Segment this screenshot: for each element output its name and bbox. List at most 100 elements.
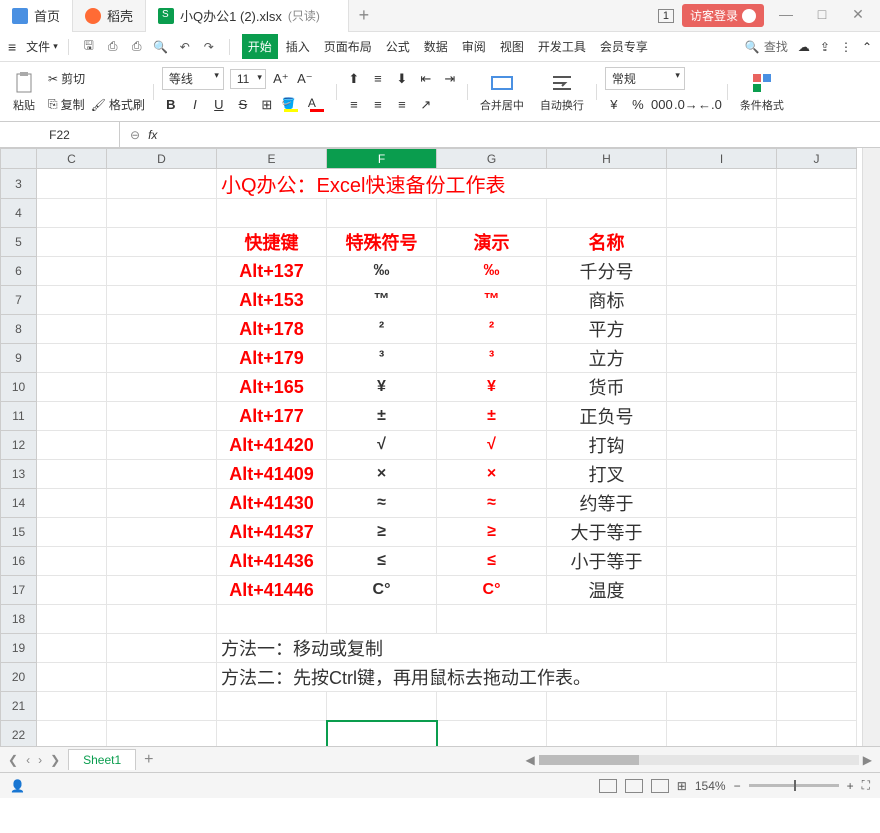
file-menu[interactable]: 文件 ▾	[26, 38, 58, 55]
cell-I7[interactable]	[667, 286, 777, 315]
cell-J8[interactable]	[777, 315, 857, 344]
tab-file[interactable]: 小Q办公1 (2).xlsx (只读)	[146, 0, 349, 32]
cell-G7[interactable]: ™	[437, 286, 547, 315]
fill-color-button[interactable]: 🪣	[282, 96, 302, 114]
cell-J15[interactable]	[777, 518, 857, 547]
underline-button[interactable]: U	[210, 96, 228, 114]
cell-H5[interactable]: 名称	[547, 228, 667, 257]
zoom-label[interactable]: 154%	[695, 779, 726, 793]
cell-D8[interactable]	[107, 315, 217, 344]
cell-C9[interactable]	[37, 344, 107, 373]
cell-E17[interactable]: Alt+41446	[217, 576, 327, 605]
cell-D9[interactable]	[107, 344, 217, 373]
menu-tab-view[interactable]: 视图	[494, 34, 530, 59]
cell-G6[interactable]: ‰	[437, 257, 547, 286]
indent-dec-button[interactable]: ⇤	[417, 70, 435, 88]
cell-G17[interactable]: C°	[437, 576, 547, 605]
cell-I16[interactable]	[667, 547, 777, 576]
menu-tab-dev[interactable]: 开发工具	[532, 34, 592, 59]
cell-E9[interactable]: Alt+179	[217, 344, 327, 373]
zoom-in-button[interactable]: +	[847, 779, 854, 793]
row-header-8[interactable]: 8	[1, 315, 37, 344]
cell-G12[interactable]: √	[437, 431, 547, 460]
dec-decimal-button[interactable]: ←.0	[701, 96, 719, 114]
cell-J11[interactable]	[777, 402, 857, 431]
cell-C20[interactable]	[37, 663, 107, 692]
cell-C13[interactable]	[37, 460, 107, 489]
cell-H13[interactable]: 打叉	[547, 460, 667, 489]
number-format-select[interactable]: 常规	[605, 67, 685, 90]
preview-icon[interactable]: 🔍	[153, 39, 169, 55]
cell-E4[interactable]	[217, 199, 327, 228]
cell-J20[interactable]	[777, 663, 857, 692]
cell-H14[interactable]: 约等于	[547, 489, 667, 518]
reading-view-button[interactable]: ⊞	[677, 779, 687, 793]
cell-E19[interactable]: 方法一：移动或复制	[217, 634, 667, 663]
cell-F15[interactable]: ≥	[327, 518, 437, 547]
col-header-C[interactable]: C	[37, 149, 107, 169]
cell-C6[interactable]	[37, 257, 107, 286]
cell-C7[interactable]	[37, 286, 107, 315]
cell-D3[interactable]	[107, 169, 217, 199]
cell-I6[interactable]	[667, 257, 777, 286]
cell-I9[interactable]	[667, 344, 777, 373]
cell-F14[interactable]: ≈	[327, 489, 437, 518]
sheet-tab[interactable]: Sheet1	[68, 749, 136, 770]
hscroll-left[interactable]: ◀	[526, 753, 535, 767]
cell-F11[interactable]: ±	[327, 402, 437, 431]
hscroll-right[interactable]: ▶	[863, 753, 872, 767]
cell-E5[interactable]: 快捷键	[217, 228, 327, 257]
cell-G16[interactable]: ≤	[437, 547, 547, 576]
cell-E6[interactable]: Alt+137	[217, 257, 327, 286]
cell-G22[interactable]	[437, 721, 547, 747]
cell-H21[interactable]	[547, 692, 667, 721]
cell-H12[interactable]: 打钩	[547, 431, 667, 460]
cell-D11[interactable]	[107, 402, 217, 431]
cell-I22[interactable]	[667, 721, 777, 747]
cell-E10[interactable]: Alt+165	[217, 373, 327, 402]
cell-G14[interactable]: ≈	[437, 489, 547, 518]
cell-G4[interactable]	[437, 199, 547, 228]
add-sheet-button[interactable]: +	[144, 751, 153, 769]
cell-F18[interactable]	[327, 605, 437, 634]
tab-daoke[interactable]: 稻壳	[73, 0, 146, 32]
hamburger-icon[interactable]: ≡	[8, 39, 16, 55]
page-view-button[interactable]	[625, 779, 643, 793]
cloud-icon[interactable]: ☁	[798, 40, 810, 54]
cell-D10[interactable]	[107, 373, 217, 402]
person-icon[interactable]: 👤	[10, 779, 25, 793]
cell-E8[interactable]: Alt+178	[217, 315, 327, 344]
cell-J13[interactable]	[777, 460, 857, 489]
align-top-button[interactable]: ⬆	[345, 70, 363, 88]
row-header-6[interactable]: 6	[1, 257, 37, 286]
border-button[interactable]: ⊞	[258, 96, 276, 114]
paste-button[interactable]: 粘贴	[8, 69, 40, 115]
col-header-E[interactable]: E	[217, 149, 327, 169]
cell-D16[interactable]	[107, 547, 217, 576]
col-header-D[interactable]: D	[107, 149, 217, 169]
break-view-button[interactable]	[651, 779, 669, 793]
cell-J3[interactable]	[777, 169, 857, 199]
cell-H6[interactable]: 千分号	[547, 257, 667, 286]
minimize-button[interactable]: —	[772, 6, 800, 26]
col-header-G[interactable]: G	[437, 149, 547, 169]
cell-D12[interactable]	[107, 431, 217, 460]
align-bottom-button[interactable]: ⬇	[393, 70, 411, 88]
normal-view-button[interactable]	[599, 779, 617, 793]
cell-E3[interactable]: 小Q办公：Excel快速备份工作表	[217, 169, 667, 199]
inc-decimal-button[interactable]: .0→	[677, 96, 695, 114]
redo-icon[interactable]: ↷	[201, 39, 217, 55]
cell-I18[interactable]	[667, 605, 777, 634]
merge-button[interactable]: 合并居中	[476, 69, 528, 115]
vertical-scrollbar[interactable]	[862, 148, 880, 746]
zoom-out-button[interactable]: −	[734, 779, 741, 793]
cell-E18[interactable]	[217, 605, 327, 634]
cell-C21[interactable]	[37, 692, 107, 721]
menu-tab-formula[interactable]: 公式	[380, 34, 416, 59]
cell-F22[interactable]	[327, 721, 437, 747]
row-header-20[interactable]: 20	[1, 663, 37, 692]
cell-J19[interactable]	[777, 634, 857, 663]
cell-E22[interactable]	[217, 721, 327, 747]
cell-C19[interactable]	[37, 634, 107, 663]
menu-tab-review[interactable]: 审阅	[456, 34, 492, 59]
